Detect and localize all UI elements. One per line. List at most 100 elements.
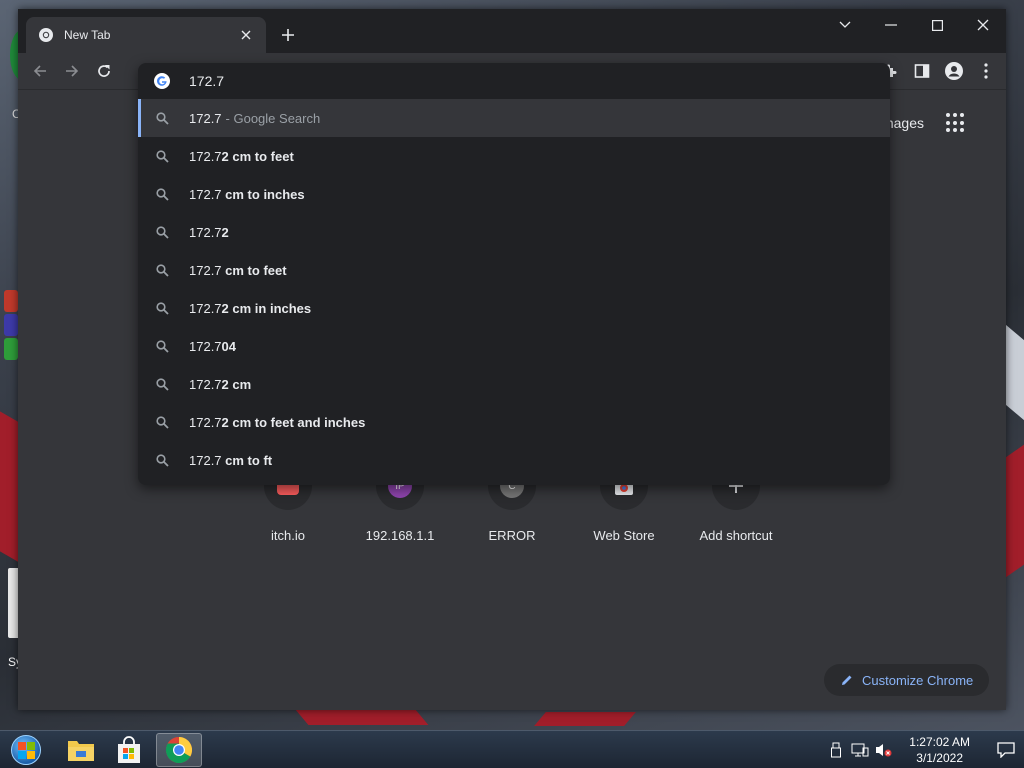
omnibox-dropdown: 172.7 172.7- Google Search 172.7 2 cm to f… — [138, 63, 890, 485]
suggestion-prefix: 172.7 — [189, 148, 222, 164]
forward-arrow-icon — [66, 65, 79, 77]
shortcut-label: Add shortcut — [699, 528, 773, 543]
suggestion-item[interactable]: 172.7 2 cm to feet and inches — [138, 403, 890, 441]
search-icon — [154, 186, 170, 202]
reload-icon — [98, 65, 110, 77]
suggestion-item[interactable]: 172.7 2 cm in inches — [138, 289, 890, 327]
profile-button[interactable] — [942, 59, 966, 83]
suggestion-prefix: 172.7 — [189, 186, 222, 202]
suggestion-completion: cm to inches — [221, 186, 305, 202]
shortcut-label: ERROR — [488, 528, 536, 543]
desktop-icon-partial-2[interactable] — [4, 290, 18, 362]
side-panel-icon — [914, 64, 930, 78]
minimize-icon — [885, 24, 897, 26]
tab-title: New Tab — [64, 28, 111, 42]
network-icon[interactable] — [849, 739, 871, 761]
search-icon — [154, 414, 170, 430]
suggestion-prefix: 172.7 — [189, 224, 222, 240]
taskbar-file-explorer[interactable] — [58, 733, 104, 767]
taskbar-store[interactable] — [106, 733, 152, 767]
suggestion-prefix: 172.7 — [189, 414, 222, 430]
customize-label: Customize Chrome — [862, 672, 974, 688]
suggestion-item[interactable]: 172.7 2 cm — [138, 365, 890, 403]
suggestion-list: 172.7- Google Search 172.7 2 cm to feet 172… — [138, 99, 890, 479]
suggestion-prefix: 172.7 — [189, 300, 222, 316]
suggestion-completion: 2 — [221, 224, 229, 240]
suggestion-completion: cm to ft — [221, 452, 273, 468]
search-icon — [154, 452, 170, 468]
suggestion-completion: cm to feet — [221, 262, 287, 278]
new-tab-button[interactable] — [276, 23, 300, 47]
shortcut-label: Web Store — [593, 528, 655, 543]
search-icon — [154, 110, 170, 126]
back-button[interactable] — [28, 59, 52, 83]
shortcut-label: itch.io — [271, 528, 305, 543]
maximize-button[interactable] — [914, 9, 960, 41]
suggestion-item[interactable]: 172.7 cm to ft — [138, 441, 890, 479]
search-icon — [154, 300, 170, 316]
suggestion-completion: 2 cm to feet — [221, 148, 294, 164]
suggestion-prefix: 172.7 — [189, 452, 222, 468]
windows-logo-icon — [11, 735, 41, 765]
suggestion-prefix: 172.7 — [189, 110, 222, 126]
omnibox-input[interactable]: 172.7 — [138, 63, 890, 99]
person-icon — [945, 62, 963, 80]
pencil-icon — [842, 675, 852, 685]
plus-icon — [282, 29, 294, 41]
close-window-button[interactable] — [960, 9, 1006, 41]
title-bar: New Tab — [18, 9, 1006, 53]
forward-button[interactable] — [60, 59, 84, 83]
suggestion-item[interactable]: 172.7 2 cm to feet — [138, 137, 890, 175]
suggestion-completion: 2 cm — [221, 376, 252, 392]
menu-button[interactable] — [974, 59, 998, 83]
tab-close-icon[interactable] — [236, 25, 256, 45]
folder-icon — [68, 741, 94, 761]
chevron-down-icon — [839, 21, 851, 28]
back-arrow-icon — [33, 65, 46, 77]
suggestion-prefix: 172.7 — [189, 338, 222, 354]
suggestion-item[interactable]: 172.7- Google Search — [138, 99, 890, 137]
usb-icon[interactable] — [825, 739, 847, 761]
volume-muted-icon[interactable] — [873, 739, 895, 761]
suggestion-prefix: 172.7 — [189, 262, 222, 278]
chrome-icon — [165, 736, 193, 764]
window-controls — [822, 9, 1006, 41]
taskbar-chrome[interactable] — [156, 733, 202, 767]
maximize-icon — [931, 19, 943, 31]
suggestion-prefix: 172.7 — [189, 376, 222, 392]
google-apps-icon[interactable] — [946, 113, 966, 133]
search-icon — [154, 376, 170, 392]
start-button[interactable] — [8, 733, 44, 767]
reload-button[interactable] — [92, 59, 116, 83]
tab-new-tab[interactable]: New Tab — [26, 17, 266, 53]
toolbar-right — [878, 59, 998, 83]
notification-icon — [997, 742, 1015, 758]
notifications-button[interactable] — [988, 731, 1024, 768]
google-g-icon — [154, 73, 170, 89]
search-icon — [154, 148, 170, 164]
store-bag-icon — [118, 736, 140, 763]
tab-search-button[interactable] — [822, 9, 868, 41]
close-icon — [977, 19, 989, 31]
shortcut-label: 192.168.1.1 — [365, 528, 435, 543]
suggestion-item[interactable]: 172.7 04 — [138, 327, 890, 365]
clock-time: 1:27:02 AM — [909, 735, 970, 749]
suggestion-item[interactable]: 172.7 cm to feet — [138, 251, 890, 289]
customize-chrome-button[interactable]: Customize Chrome — [824, 664, 990, 696]
taskbar: 1:27:02 AM 3/1/2022 — [0, 730, 1024, 768]
suggestion-completion: 2 cm to feet and inches — [221, 414, 366, 430]
suggestion-completion: 04 — [221, 338, 237, 354]
search-icon — [154, 262, 170, 278]
suggestion-item[interactable]: 172.7 cm to inches — [138, 175, 890, 213]
clock-date: 3/1/2022 — [916, 751, 963, 765]
suggestion-item[interactable]: 172.7 2 — [138, 213, 890, 251]
clock[interactable]: 1:27:02 AM 3/1/2022 — [909, 734, 970, 766]
side-panel-button[interactable] — [910, 59, 934, 83]
suggestion-completion: 2 cm in inches — [221, 300, 312, 316]
omnibox-text[interactable]: 172.7 — [189, 73, 224, 89]
system-tray: 1:27:02 AM 3/1/2022 — [825, 731, 1024, 768]
minimize-button[interactable] — [868, 9, 914, 41]
kebab-menu-icon — [984, 63, 988, 79]
chrome-window: New Tab Images itch.io IP 192.168.1.1 C … — [18, 9, 1006, 710]
search-icon — [154, 224, 170, 240]
